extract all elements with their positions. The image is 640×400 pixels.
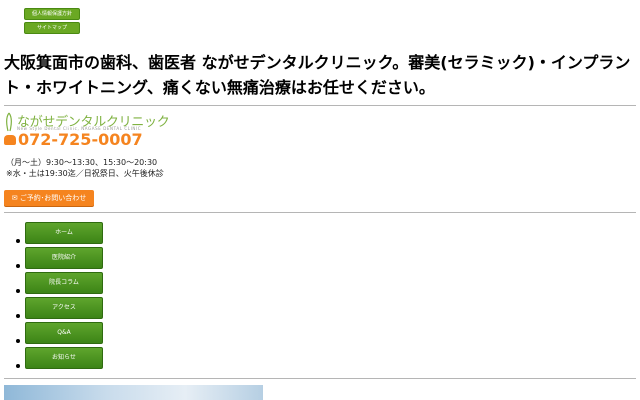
bullet-icon <box>16 264 20 268</box>
divider <box>4 105 636 106</box>
hours-line: （月〜土）9:30〜13:30、15:30〜20:30 <box>6 158 158 167</box>
bullet-icon <box>16 289 20 293</box>
nav-home[interactable]: ホーム <box>25 222 103 244</box>
contact-button[interactable]: ✉ ご予約･お問い合わせ <box>4 190 94 206</box>
bullet-icon <box>16 239 20 243</box>
page-heading: 大阪箕面市の歯科、歯医者 ながせデンタルクリニック。審美(セラミック)・インプラ… <box>4 53 631 97</box>
sitemap-link[interactable]: サイトマップ <box>24 22 80 34</box>
bullet-icon <box>16 314 20 318</box>
bullet-icon <box>16 339 20 343</box>
phone-number-text: 072-725-0007 <box>18 130 143 149</box>
privacy-policy-link[interactable]: 個人情報保護方針 <box>24 8 80 20</box>
top-links: 個人情報保護方針 サイトマップ <box>24 8 80 36</box>
contact-button-label: ご予約･お問い合わせ <box>19 194 87 202</box>
divider <box>4 378 636 379</box>
hero-image <box>4 385 263 400</box>
phone-icon <box>4 135 16 145</box>
hours-note: ※水・土は19:30迄／日祝祭日、火午後休診 <box>6 169 164 178</box>
tooth-logo-icon <box>6 112 12 132</box>
divider <box>4 212 636 213</box>
bullet-icon <box>16 364 20 368</box>
business-hours: （月〜土）9:30〜13:30、15:30〜20:30 ※水・土は19:30迄／… <box>6 157 164 179</box>
nav-access[interactable]: アクセス <box>25 297 103 319</box>
nav-clinic-intro[interactable]: 医院紹介 <box>25 247 103 269</box>
nav-news[interactable]: お知らせ <box>25 347 103 369</box>
mail-icon: ✉ <box>11 194 20 202</box>
nav-director-column[interactable]: 院長コラム <box>25 272 103 294</box>
nav-qa[interactable]: Q&A <box>25 322 103 344</box>
